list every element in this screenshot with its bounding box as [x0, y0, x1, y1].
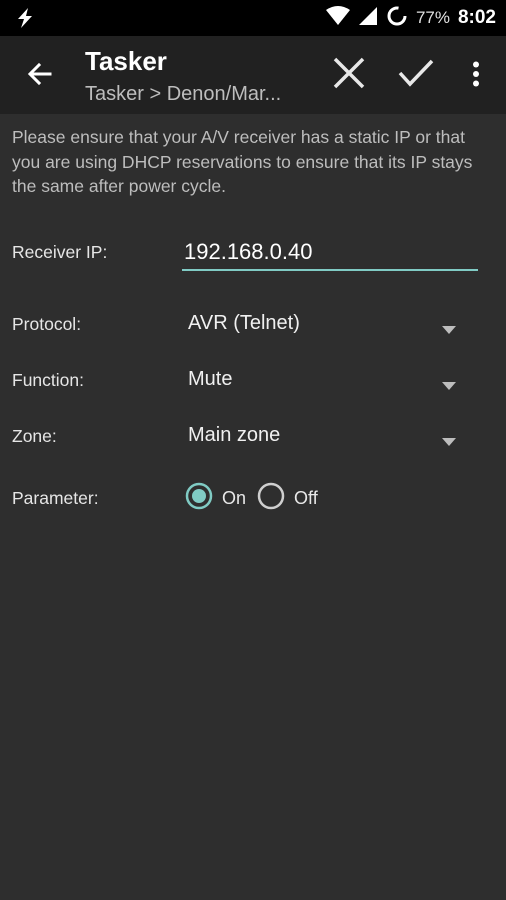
protocol-value: AVR (Telnet)	[188, 312, 300, 334]
wifi-icon	[325, 5, 350, 31]
parameter-on-radio[interactable]: On	[184, 481, 246, 516]
zone-dropdown[interactable]: Main zone	[188, 419, 460, 453]
receiver-ip-input[interactable]: 192.168.0.40	[182, 235, 478, 271]
charging-bolt-icon	[14, 7, 36, 34]
function-value: Mute	[188, 368, 233, 390]
breadcrumb: Tasker > Denon/Mar...	[85, 83, 282, 105]
dropdown-arrow-icon	[442, 377, 456, 395]
parameter-on-label: On	[222, 487, 247, 508]
clock: 8:02	[457, 7, 496, 28]
radio-checked-icon	[184, 481, 214, 516]
battery-percent: 77%	[415, 8, 450, 27]
protocol-dropdown[interactable]: AVR (Telnet)	[188, 307, 460, 341]
function-dropdown[interactable]: Mute	[188, 363, 460, 397]
page-title: Tasker	[85, 46, 167, 76]
protocol-label: Protocol:	[12, 314, 82, 334]
zone-label: Zone:	[12, 426, 57, 446]
check-icon	[397, 58, 435, 93]
zone-value: Main zone	[188, 424, 281, 446]
parameter-label: Parameter:	[12, 488, 99, 508]
confirm-button[interactable]	[394, 54, 438, 96]
status-bar: 77% 8:02	[0, 0, 506, 36]
more-vertical-icon	[472, 61, 480, 92]
parameter-off-radio[interactable]: Off	[256, 481, 318, 516]
battery-icon	[386, 5, 408, 32]
cancel-button[interactable]	[328, 54, 370, 96]
arrow-left-icon	[26, 60, 54, 93]
dropdown-arrow-icon	[442, 321, 456, 339]
more-options-button[interactable]	[462, 56, 490, 96]
cell-signal-icon	[358, 6, 378, 31]
radio-unchecked-icon	[256, 481, 286, 516]
dropdown-arrow-icon	[442, 433, 456, 451]
function-label: Function:	[12, 370, 84, 390]
back-button[interactable]	[22, 58, 58, 94]
receiver-ip-label: Receiver IP:	[12, 242, 108, 262]
close-icon	[332, 56, 366, 95]
info-text: Please ensure that your A/V receiver has…	[12, 127, 473, 196]
parameter-radio-group: On Off	[184, 481, 318, 516]
toolbar: Tasker Tasker > Denon/Mar...	[0, 36, 506, 114]
parameter-off-label: Off	[294, 487, 318, 508]
